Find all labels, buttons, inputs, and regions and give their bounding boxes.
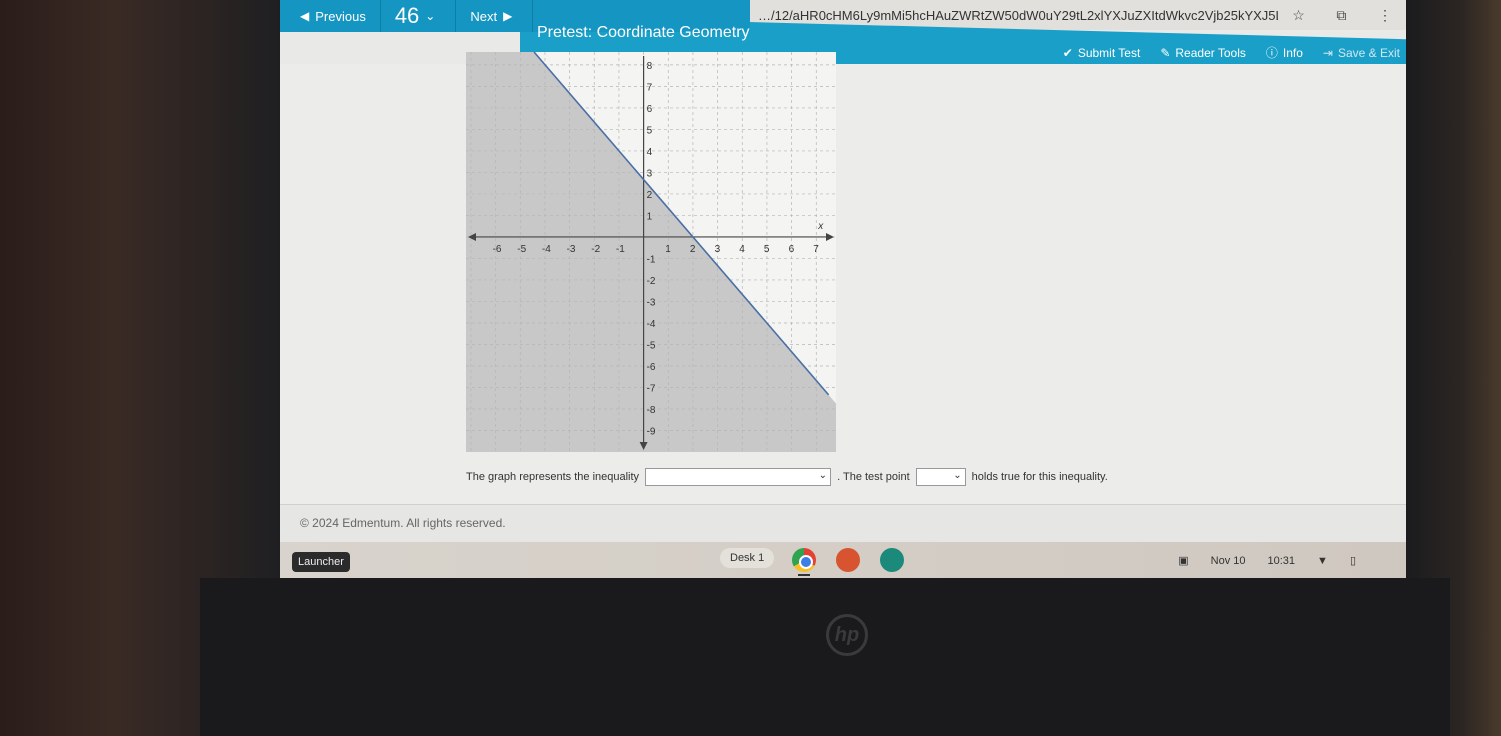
url-text[interactable]: …/12/aHR0cHM6Ly9mMi5hcHAuZWRtZW50dW0uY29…: [758, 8, 1278, 23]
x-tick-label: -2: [591, 244, 600, 255]
chevron-down-icon: ⌄: [818, 470, 828, 481]
y-tick-label: 4: [647, 147, 653, 158]
y-tick-label: 5: [647, 125, 653, 136]
question-text: The graph represents the inequality ⌄ . …: [466, 468, 1108, 486]
chromeos-shelf: Launcher Desk 1 ▣ Nov 10 10:31 ▼ ▯: [280, 542, 1406, 578]
arrow-right-circle-icon: ▶: [503, 9, 513, 23]
y-tick-label: 8: [647, 61, 653, 72]
screen: …/12/aHR0cHM6Ly9mMi5hcHAuZWRtZW50dW0uY29…: [280, 0, 1406, 578]
footer: © 2024 Edmentum. All rights reserved.: [280, 504, 1406, 542]
inequality-graph: -6 -5 -4 -3 -2 -1 1 2 3 4 5 6 7 8 7 6 5 4 3 2 1 -1 -2 -3 -4 -5 -6 -…: [466, 52, 836, 452]
star-icon[interactable]: ☆: [1292, 7, 1305, 23]
y-tick-label: 6: [647, 104, 653, 115]
x-tick-label: 3: [715, 244, 721, 255]
paint-app-icon[interactable]: [836, 548, 860, 572]
arrow-left-circle-icon: ◀: [300, 9, 310, 23]
time: 10:31: [1267, 554, 1296, 567]
screen-capture-icon[interactable]: ▣: [1178, 554, 1188, 567]
wrench-icon: ✎: [1160, 45, 1171, 60]
x-tick-label: 7: [813, 244, 819, 255]
hp-logo: hp: [826, 614, 868, 656]
question-number-dropdown[interactable]: 46 ⌄: [381, 0, 457, 32]
page-title: Pretest: Coordinate Geometry: [537, 24, 750, 41]
x-tick-label: 1: [665, 244, 671, 255]
submit-test-button[interactable]: ✔ Submit Test: [1063, 44, 1141, 61]
info-button[interactable]: ⓘ Info: [1266, 44, 1303, 61]
y-tick-label: -3: [647, 297, 656, 308]
x-axis-label: x: [817, 221, 824, 232]
y-tick-label: 3: [647, 168, 653, 179]
y-tick-label: 2: [647, 190, 653, 201]
menu-icon[interactable]: ⋮: [1378, 7, 1392, 23]
active-app-indicator: [798, 574, 810, 576]
chevron-down-icon: ⌄: [953, 470, 962, 481]
copyright: © 2024 Edmentum. All rights reserved.: [300, 516, 506, 530]
y-tick-label: -8: [647, 405, 656, 416]
x-tick-label: 6: [789, 244, 795, 255]
date: Nov 10: [1210, 554, 1246, 567]
system-tray[interactable]: ▣ Nov 10 10:31 ▼ ▯: [1178, 554, 1356, 568]
y-tick-label: 1: [647, 211, 653, 222]
wifi-icon: ▼: [1317, 554, 1328, 567]
info-icon: ⓘ: [1265, 46, 1278, 60]
x-tick-label: -4: [542, 244, 551, 255]
y-tick-label: -1: [647, 254, 656, 265]
next-button[interactable]: Next ▶: [456, 0, 534, 32]
chrome-icon[interactable]: [792, 548, 816, 572]
y-tick-label: -2: [647, 276, 656, 287]
test-tools: ✔ Submit Test ✎ Reader Tools ⓘ Info ⇥ Save &…: [1063, 44, 1400, 61]
desk-button[interactable]: Desk 1: [720, 548, 775, 568]
x-tick-label: -3: [567, 244, 576, 255]
check-circle-icon: ✔: [1062, 45, 1073, 60]
x-tick-label: 4: [739, 244, 745, 255]
y-tick-label: -9: [647, 426, 656, 437]
save-exit-button[interactable]: ⇥ Save & Exit: [1323, 44, 1400, 61]
exit-icon: ⇥: [1322, 45, 1333, 60]
question-content: -6 -5 -4 -3 -2 -1 1 2 3 4 5 6 7 8 7 6 5 4 3 2 1 -1 -2 -3 -4 -5 -6 -…: [280, 52, 1406, 504]
x-tick-label: 5: [764, 244, 770, 255]
y-tick-label: 7: [647, 82, 653, 93]
previous-button[interactable]: ◀ Previous: [280, 0, 381, 32]
extension-icon[interactable]: ⧉: [1336, 7, 1346, 23]
x-tick-label: -5: [517, 244, 526, 255]
laptop-bezel-bottom: [200, 578, 1450, 736]
y-tick-label: -5: [647, 340, 656, 351]
classroom-app-icon[interactable]: [880, 548, 904, 572]
chevron-down-icon: ⌄: [425, 9, 436, 23]
x-tick-label: -6: [493, 244, 502, 255]
x-tick-label: -1: [616, 244, 625, 255]
battery-icon: ▯: [1349, 555, 1356, 567]
launcher-tooltip[interactable]: Launcher: [292, 552, 350, 572]
reader-tools-button[interactable]: ✎ Reader Tools: [1160, 44, 1246, 61]
y-tick-label: -6: [647, 362, 656, 373]
x-tick-label: 2: [690, 244, 696, 255]
test-point-dropdown[interactable]: ⌄: [915, 468, 966, 486]
inequality-dropdown[interactable]: ⌄: [645, 468, 832, 486]
y-tick-label: -7: [647, 383, 656, 394]
y-tick-label: -4: [647, 319, 656, 330]
